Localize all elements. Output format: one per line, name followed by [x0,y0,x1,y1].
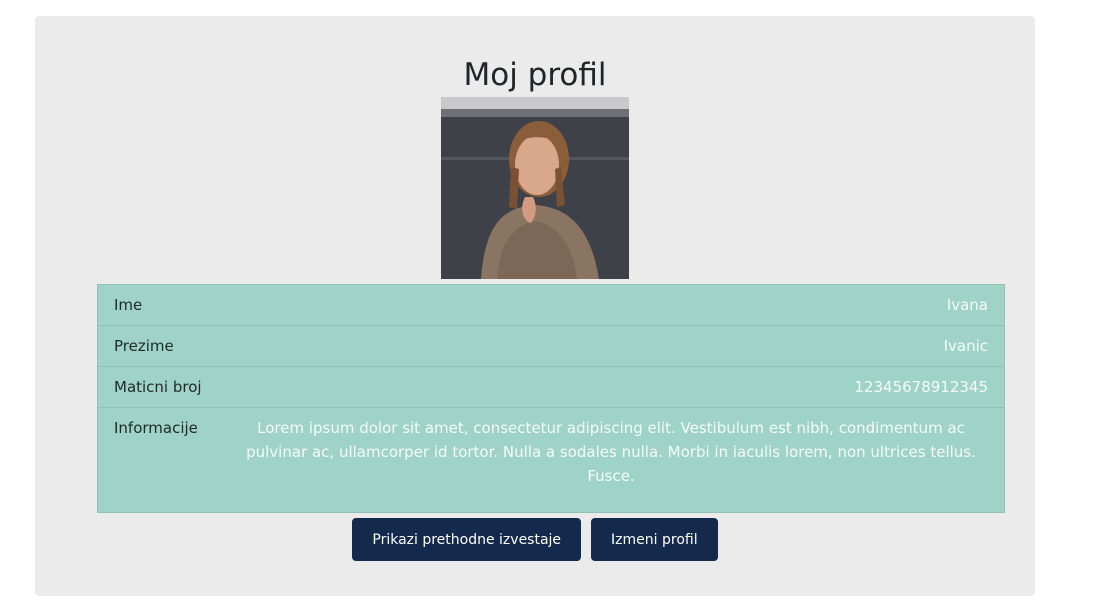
page-title: Moj profil [463,57,607,93]
row-value-ime: Ivana [234,284,1005,326]
table-row: Ime Ivana [97,284,1005,326]
show-previous-reports-button[interactable]: Prikazi prethodne izvestaje [352,518,582,561]
row-label-informacije: Informacije [97,407,234,513]
action-buttons: Prikazi prethodne izvestaje Izmeni profi… [35,518,1035,561]
profile-photo [441,97,629,279]
profile-info-table: Ime Ivana Prezime Ivanic Maticni broj 12… [97,284,1005,513]
row-value-informacije: Lorem ipsum dolor sit amet, consectetur … [234,407,1005,513]
row-label-ime: Ime [97,284,234,326]
row-value-maticni-broj: 12345678912345 [234,366,1005,408]
row-label-maticni-broj: Maticni broj [97,366,234,408]
table-row: Prezime Ivanic [97,325,1005,367]
row-value-prezime: Ivanic [234,325,1005,367]
table-row: Informacije Lorem ipsum dolor sit amet, … [97,407,1005,513]
row-label-prezime: Prezime [97,325,234,367]
edit-profile-button[interactable]: Izmeni profil [591,518,718,561]
profile-card: Moj profil Ime Ivana Prezime Ivanic Mati [35,16,1035,596]
table-row: Maticni broj 12345678912345 [97,366,1005,408]
